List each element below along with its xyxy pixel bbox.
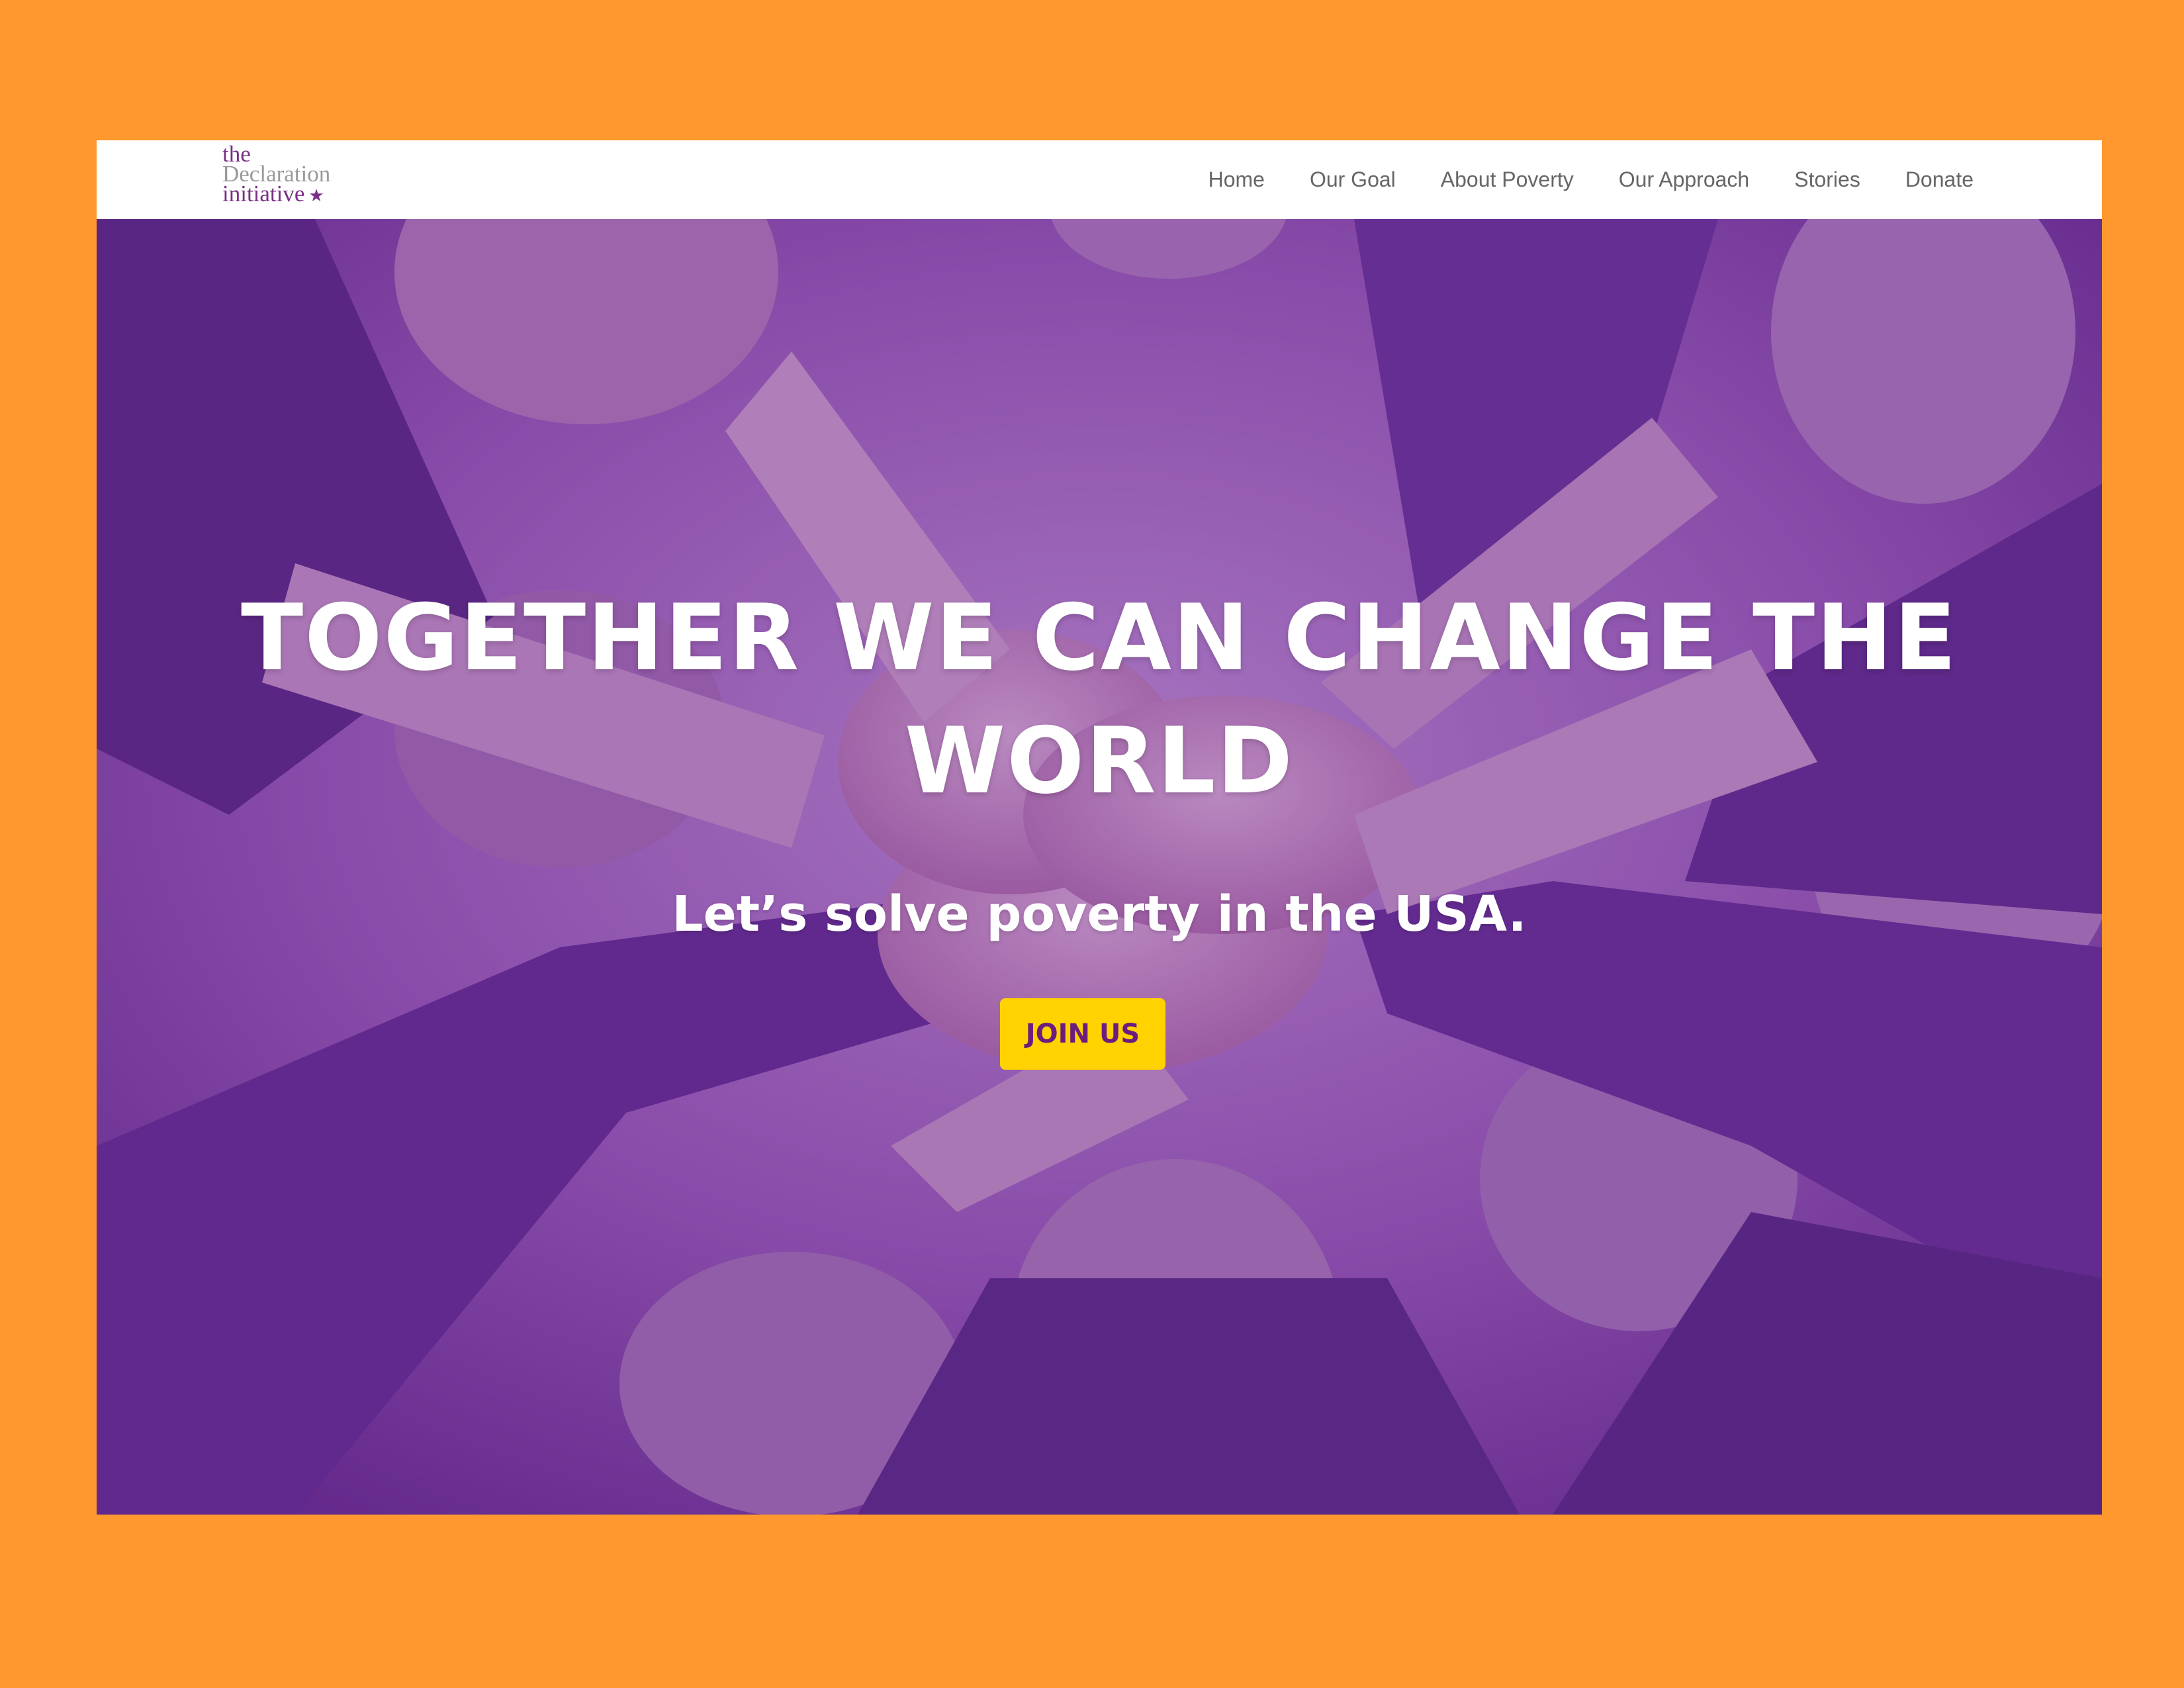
hero-headline: TOGETHER WE CAN CHANGE THE WORLD — [241, 585, 1958, 814]
join-us-button[interactable]: JOIN US — [1000, 998, 1165, 1070]
logo-initiative-text: initiative — [222, 181, 305, 207]
hero-color-overlay — [97, 219, 2102, 1515]
hero-section: TOGETHER WE CAN CHANGE THE WORLD Let’s s… — [97, 219, 2102, 1515]
nav-home[interactable]: Home — [1208, 167, 1265, 192]
main-nav: Home Our Goal About Poverty Our Approach… — [1208, 140, 1974, 219]
browser-viewport: the Declaration initiative ★ Home Our Goa… — [97, 140, 2102, 1515]
site-logo[interactable]: the Declaration initiative ★ — [222, 142, 368, 213]
nav-donate[interactable]: Donate — [1905, 167, 1974, 192]
nav-our-goal[interactable]: Our Goal — [1310, 167, 1396, 192]
star-icon: ★ — [308, 186, 324, 205]
nav-stories[interactable]: Stories — [1794, 167, 1860, 192]
nav-our-approach[interactable]: Our Approach — [1619, 167, 1749, 192]
logo-line-initiative: initiative ★ — [222, 181, 368, 207]
hero-subheadline: Let’s solve poverty in the USA. — [672, 886, 1527, 943]
site-header: the Declaration initiative ★ Home Our Goa… — [97, 140, 2102, 219]
nav-about-poverty[interactable]: About Poverty — [1441, 167, 1574, 192]
